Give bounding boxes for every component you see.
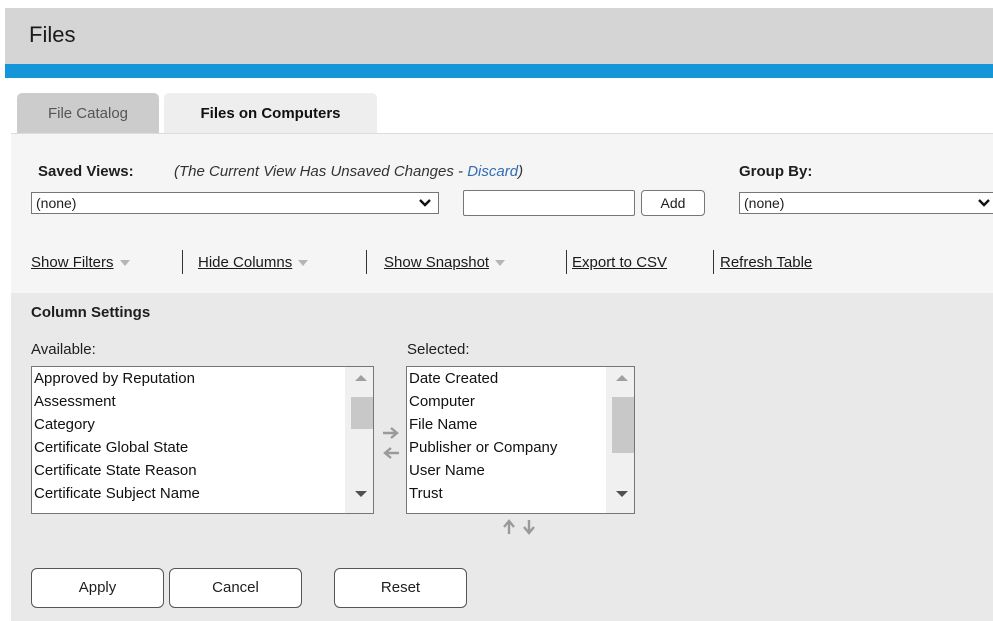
list-item[interactable]: Publisher or Company — [407, 436, 634, 459]
unsaved-notice-suffix: ) — [518, 163, 524, 180]
group-by-label: Group By: — [739, 163, 813, 180]
toolbar-divider — [182, 250, 183, 274]
apply-button[interactable]: Apply — [31, 568, 164, 608]
toolbar-divider — [713, 250, 714, 274]
export-csv-link[interactable]: Export to CSV — [572, 254, 667, 271]
toolbar-divider — [366, 250, 367, 274]
list-item[interactable]: Approved by Reputation — [32, 367, 373, 390]
scroll-down-icon[interactable] — [616, 491, 628, 497]
tab-file-catalog[interactable]: File Catalog — [17, 93, 159, 133]
saved-views-selected: (none) — [36, 195, 77, 211]
group-by-select[interactable]: (none) — [739, 192, 993, 214]
chevron-down-icon — [978, 199, 990, 207]
view-name-input[interactable] — [463, 190, 635, 216]
tab-label: Files on Computers — [200, 105, 341, 122]
arrow-right-icon[interactable] — [382, 426, 400, 440]
scroll-down-icon[interactable] — [355, 491, 367, 497]
scrollbar-thumb[interactable] — [351, 397, 373, 429]
arrow-left-icon[interactable] — [382, 446, 400, 460]
export-csv-action[interactable]: Export to CSV — [572, 254, 667, 271]
list-item[interactable]: Trust — [407, 482, 634, 505]
arrow-down-icon[interactable] — [522, 519, 536, 535]
available-label: Available: — [31, 341, 96, 358]
list-item[interactable]: Certificate Global State — [32, 436, 373, 459]
list-item[interactable]: Certificate Subject Name — [32, 482, 373, 505]
unsaved-notice-prefix: (The Current View Has Unsaved Changes - — [174, 163, 468, 180]
refresh-table-action[interactable]: Refresh Table — [720, 254, 812, 271]
discard-link[interactable]: Discard — [467, 163, 518, 180]
reset-button[interactable]: Reset — [334, 568, 467, 608]
show-snapshot-link[interactable]: Show Snapshot — [384, 254, 489, 271]
column-settings-title: Column Settings — [31, 304, 151, 321]
caret-down-icon — [298, 260, 309, 267]
chevron-down-icon — [419, 199, 431, 207]
hide-columns-link[interactable]: Hide Columns — [198, 254, 292, 271]
list-item[interactable]: User Name — [407, 459, 634, 482]
show-filters-menu[interactable]: Show Filters — [31, 254, 130, 271]
selected-scrollbar[interactable] — [606, 367, 634, 513]
show-filters-link[interactable]: Show Filters — [31, 254, 114, 271]
tab-label: File Catalog — [47, 105, 129, 122]
add-view-button[interactable]: Add — [641, 190, 705, 216]
refresh-table-link[interactable]: Refresh Table — [720, 254, 812, 271]
scroll-up-icon[interactable] — [616, 375, 628, 381]
list-item[interactable]: Date Created — [407, 367, 634, 390]
page-header: Files — [5, 8, 993, 64]
list-item[interactable]: Assessment — [32, 390, 373, 413]
toolbar-divider — [566, 250, 567, 274]
hide-columns-menu[interactable]: Hide Columns — [198, 254, 309, 271]
scrollbar-thumb[interactable] — [612, 397, 634, 453]
tab-files-on-computers[interactable]: Files on Computers — [164, 93, 377, 133]
selected-label: Selected: — [407, 341, 470, 358]
scroll-up-icon[interactable] — [355, 375, 367, 381]
group-by-selected: (none) — [744, 195, 785, 211]
caret-down-icon — [495, 260, 506, 267]
show-snapshot-menu[interactable]: Show Snapshot — [384, 254, 506, 271]
saved-views-label: Saved Views: — [38, 163, 134, 180]
arrow-up-icon[interactable] — [502, 519, 516, 535]
list-item[interactable]: Category — [32, 413, 373, 436]
list-item[interactable]: File Name — [407, 413, 634, 436]
list-item[interactable]: Certificate State Reason — [32, 459, 373, 482]
page-title: Files — [29, 22, 76, 47]
saved-views-select[interactable]: (none) — [31, 192, 439, 214]
caret-down-icon — [119, 260, 130, 267]
available-scrollbar[interactable] — [345, 367, 373, 513]
cancel-button[interactable]: Cancel — [169, 568, 302, 608]
available-columns-list[interactable]: Approved by Reputation Assessment Catego… — [31, 366, 374, 514]
selected-columns-list[interactable]: Date Created Computer File Name Publishe… — [406, 366, 635, 514]
list-item[interactable]: Computer — [407, 390, 634, 413]
unsaved-changes-notice: (The Current View Has Unsaved Changes - … — [174, 163, 523, 180]
header-accent-bar — [5, 64, 993, 78]
